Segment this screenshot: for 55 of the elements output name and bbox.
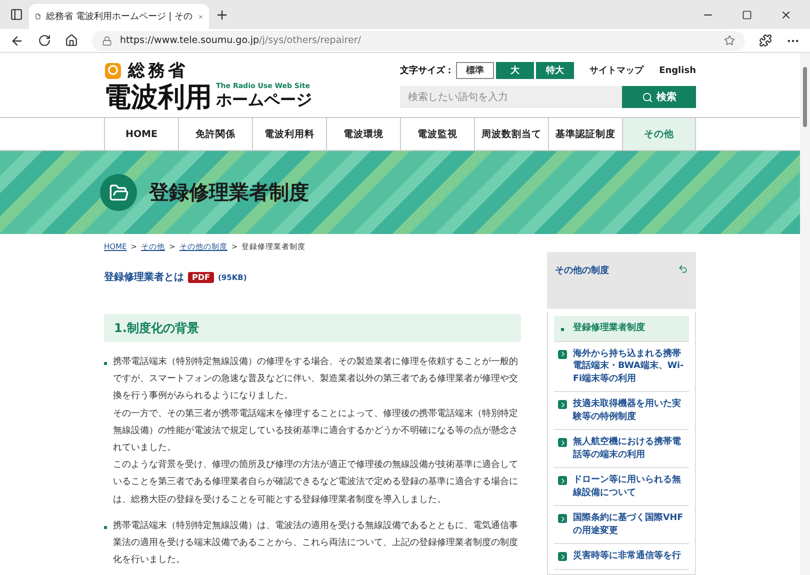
extensions-icon[interactable]: [759, 34, 772, 47]
maximize-icon[interactable]: [742, 8, 752, 20]
home-icon[interactable]: [65, 34, 78, 47]
bullet-icon: [104, 526, 107, 529]
scrollbar[interactable]: [800, 53, 810, 575]
lock-icon: [102, 36, 112, 46]
sidebar-item[interactable]: 技適未取得機器を用いた実験等の特例制度: [554, 392, 689, 430]
sidebar-item[interactable]: 無人航空機における携帯電話等の端末の利用: [554, 430, 689, 468]
ministry-name: 総務省: [128, 60, 188, 82]
nav-tab[interactable]: その他: [622, 118, 696, 150]
folder-icon: [100, 174, 137, 211]
site-title: 電波利用: [104, 84, 212, 111]
paragraph: 携帯電話端末（特別特定無線設備）は、電波法の適用を受ける無線設備であるとともに、電気通信事業法の適用を受ける端末設備であることから、これら両法について、上記の登録修理業者制度の制度化を行いました。: [113, 520, 519, 568]
sidebar-item[interactable]: 登録修理業者制度: [554, 316, 689, 342]
sidebar-item[interactable]: 災害時等に非常通信等を行: [554, 544, 689, 570]
tab-actions-icon[interactable]: [10, 8, 23, 21]
arrow-icon: [558, 400, 567, 409]
sidebar-title: その他の制度: [555, 264, 609, 277]
section-heading: 1.制度化の背景: [104, 314, 521, 342]
arrow-icon: [558, 476, 567, 485]
search-button[interactable]: 検索: [622, 86, 696, 108]
return-icon[interactable]: [678, 264, 688, 274]
arrow-icon: [558, 552, 567, 561]
reload-icon[interactable]: [38, 34, 51, 47]
font-size-button[interactable]: 特大: [536, 62, 574, 79]
font-size-button[interactable]: 大: [496, 62, 534, 79]
sidebar-item[interactable]: 海外から持ち込まれる携帯電話端末・BWA端末、Wi-Fi端末等の利用: [554, 342, 689, 392]
sidebar-item[interactable]: 国際条約に基づく国際VHFの用途変更: [554, 506, 689, 544]
bullet-icon: [561, 328, 564, 331]
header-link[interactable]: English: [659, 66, 696, 76]
logo-icon: [104, 62, 122, 80]
arrow-icon: [558, 350, 567, 358]
pdf-link[interactable]: 登録修理業者とは: [104, 270, 184, 284]
address-field[interactable]: https://www.tele.soumu.go.jp/j/sys/others/repairer/: [92, 30, 745, 50]
bullet-icon: [104, 362, 107, 365]
pdf-badge: PDF: [188, 272, 214, 282]
page-icon: [35, 11, 41, 22]
paragraph: その一方で、その第三者が携帯電話端末を修理することによって、修理後の携帯電話端末（特別特定無線設備）の性能が電波法で規定している技術基準に適合するかどうか不明確になる等の点が懸念されていました。: [113, 408, 519, 456]
site-subtitle: ホームページ: [216, 90, 312, 111]
search-icon: [642, 92, 652, 102]
search-field[interactable]: 検索したい語句を入力: [400, 86, 622, 108]
paragraph: このような背景を受け、修理の箇所及び修理の方法が適正で修理後の無線設備が技術基準に適合していることを第三者である修理業者自らが確認できるなど電波法で定める登録の基準に適合する場合には、総務大臣の登録を受けることを可能とする登録修理業者制度を導入しました。: [113, 458, 519, 507]
font-size-label: 文字サイズ：: [400, 64, 454, 77]
arrow-icon: [558, 438, 567, 447]
close-icon[interactable]: [780, 8, 792, 20]
back-icon[interactable]: [10, 34, 24, 48]
browser-tab[interactable]: 総務省 電波利用ホームページ | その: [29, 4, 209, 29]
paragraph: 携帯電話端末（特別特定無線設備）の修理をする場合、その製造業者に修理を依頼することが一般的ですが、スマートフォンの急速な普及などに伴い、製造業者以外の第三者である修理業者が修理や交換を行う事例がみられるようになりました。: [113, 356, 519, 404]
new-tab-icon[interactable]: [215, 8, 229, 22]
font-size-button[interactable]: 標準: [456, 62, 494, 79]
sidebar-item[interactable]: ドローン等に用いられる無線設備について: [554, 468, 689, 506]
header-link[interactable]: サイトマップ: [590, 64, 644, 77]
arrow-icon: [558, 514, 567, 523]
favorite-icon[interactable]: [724, 35, 735, 46]
page-title: 登録修理業者制度: [149, 179, 309, 206]
